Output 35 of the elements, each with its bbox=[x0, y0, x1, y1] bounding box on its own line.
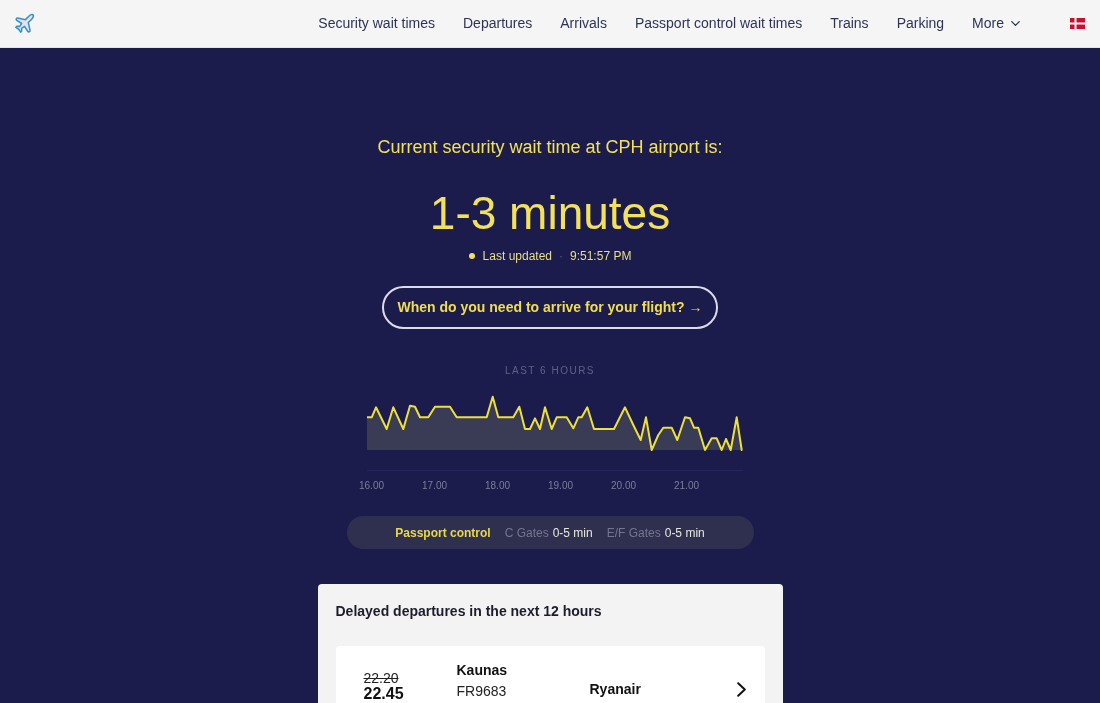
x-axis-label: 20.00 bbox=[611, 479, 636, 493]
x-axis-label: 16.00 bbox=[359, 479, 384, 493]
gate-wait-time: 0-5 min bbox=[552, 524, 593, 542]
nav-link[interactable]: Trains bbox=[830, 13, 869, 34]
destination: Kaunas bbox=[456, 661, 509, 680]
last-updated-time: 9:51:57 PM bbox=[570, 248, 632, 264]
wait-time-heading: Current security wait time at CPH airport is: bbox=[377, 136, 723, 159]
denmark-flag-icon[interactable] bbox=[1070, 18, 1085, 29]
card-title: Delayed departures in the next 12 hours bbox=[335, 602, 603, 621]
last-updated-label: Last updated bbox=[482, 248, 552, 264]
x-axis-label: 21.00 bbox=[674, 479, 699, 493]
passport-control-label: Passport control bbox=[395, 524, 491, 542]
chart-title: LAST 6 HOURS bbox=[504, 364, 596, 378]
expected-time: 22.45 bbox=[363, 686, 405, 702]
arrival-time-button[interactable]: When do you need to arrive for your flight? → bbox=[382, 286, 718, 329]
x-axis-label: 19.00 bbox=[548, 479, 573, 493]
nav-link[interactable]: Departures bbox=[463, 13, 533, 34]
wait-time-value: 1-3 minutes bbox=[429, 190, 671, 236]
gate-wait-time: 0-5 min bbox=[664, 524, 705, 542]
chevron-right-icon[interactable] bbox=[736, 682, 746, 697]
x-axis-label: 18.00 bbox=[485, 479, 510, 493]
flight-number: FR9683 bbox=[456, 682, 508, 701]
x-axis-label: 17.00 bbox=[422, 479, 447, 493]
nav-link[interactable]: Arrivals bbox=[560, 13, 607, 34]
more-menu-button[interactable]: More bbox=[972, 13, 1023, 34]
flight-row[interactable]: 22.20 22.45 Kaunas FR9683 Ryanair bbox=[335, 646, 765, 703]
airline-name: Ryanair bbox=[589, 680, 641, 699]
nav-link[interactable]: Security wait times bbox=[318, 13, 435, 34]
separator-dot: · bbox=[559, 248, 563, 264]
gate-name: E/F Gates bbox=[606, 524, 661, 542]
nav-link[interactable]: Passport control wait times bbox=[634, 13, 803, 34]
nav-link[interactable]: Parking bbox=[896, 13, 945, 34]
airplane-logo-icon[interactable] bbox=[13, 12, 36, 35]
gate-name: C Gates bbox=[504, 524, 549, 542]
scheduled-time: 22.20 bbox=[363, 670, 400, 686]
